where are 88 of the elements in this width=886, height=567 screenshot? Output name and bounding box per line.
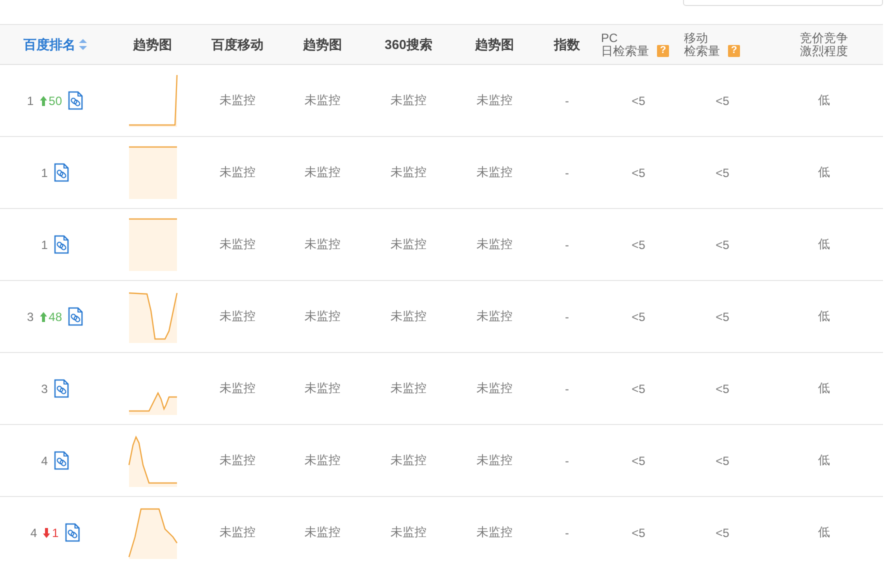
table-cell: <5 xyxy=(632,238,646,252)
up-arrow-icon xyxy=(40,96,47,106)
rank-number: 1 xyxy=(41,238,48,252)
table-cell: 未监控 xyxy=(304,452,340,469)
table-cell: - xyxy=(565,526,569,540)
column-header: 百度移动 xyxy=(212,36,264,54)
table-cell: 未监控 xyxy=(390,92,426,109)
table-cell: 未监控 xyxy=(220,380,256,397)
table-cell: 低 xyxy=(818,164,830,181)
rank-number: 4 xyxy=(41,454,48,468)
table-cell: 未监控 xyxy=(390,524,426,541)
table-cell: 未监控 xyxy=(390,452,426,469)
rank-number: 3 xyxy=(41,382,48,396)
table-cell: 未监控 xyxy=(220,92,256,109)
table-cell: 未监控 xyxy=(220,164,256,181)
document-link-icon[interactable] xyxy=(64,523,80,542)
table-cell: <5 xyxy=(632,526,646,540)
table-cell: 未监控 xyxy=(304,236,340,253)
table-cell: <5 xyxy=(716,166,730,180)
document-link-icon[interactable] xyxy=(54,163,69,182)
column-header: PC 日检索量 xyxy=(601,32,649,58)
table-cell: 低 xyxy=(818,524,830,541)
table-cell: 未监控 xyxy=(220,308,256,325)
down-arrow-icon xyxy=(43,528,50,538)
table-cell: <5 xyxy=(716,310,730,324)
rank-change: 48 xyxy=(40,310,62,324)
table-cell: - xyxy=(565,310,569,324)
table-cell: <5 xyxy=(632,454,646,468)
document-link-icon[interactable] xyxy=(54,235,69,254)
table-cell: <5 xyxy=(632,310,646,324)
table-cell: 未监控 xyxy=(304,92,340,109)
document-link-icon[interactable] xyxy=(68,91,84,110)
table-cell: 未监控 xyxy=(390,164,426,181)
table-cell: 低 xyxy=(818,452,830,469)
rank-number: 4 xyxy=(30,526,37,540)
table-cell: 未监控 xyxy=(304,380,340,397)
table-cell: - xyxy=(565,454,569,468)
table-cell: 未监控 xyxy=(220,452,256,469)
column-header: 指数 xyxy=(554,36,580,54)
column-header: 趋势图 xyxy=(133,36,172,54)
table-cell: 未监控 xyxy=(304,164,340,181)
rank-change: 50 xyxy=(40,94,62,108)
table-cell: 未监控 xyxy=(304,308,340,325)
table-cell: 未监控 xyxy=(476,92,512,109)
document-link-icon[interactable] xyxy=(68,307,84,326)
rank-number: 3 xyxy=(26,310,34,324)
table-cell: 低 xyxy=(818,236,830,253)
table-cell: 未监控 xyxy=(476,308,512,325)
rank-change: 1 xyxy=(43,526,59,540)
table-cell: 未监控 xyxy=(476,164,512,181)
column-header: 360搜索 xyxy=(384,36,432,54)
table-cell: - xyxy=(565,238,569,252)
table-cell: 未监控 xyxy=(390,380,426,397)
table-cell: 未监控 xyxy=(476,380,512,397)
up-arrow-icon xyxy=(40,312,47,322)
column-header[interactable]: 百度排名 xyxy=(24,36,76,54)
table-cell: 低 xyxy=(818,92,830,109)
table-cell: <5 xyxy=(716,454,730,468)
rank-number: 1 xyxy=(41,166,48,180)
column-header: 竞价竞争 激烈程度 xyxy=(800,32,848,58)
column-header: 移动 检索量 xyxy=(684,32,720,58)
table-cell: - xyxy=(565,382,569,396)
table-cell: <5 xyxy=(716,526,730,540)
table-cell: 未监控 xyxy=(390,236,426,253)
table-cell: <5 xyxy=(716,238,730,252)
table-cell: <5 xyxy=(632,382,646,396)
table-cell: 未监控 xyxy=(304,524,340,541)
table-cell: <5 xyxy=(632,94,646,108)
table-cell: 未监控 xyxy=(390,308,426,325)
table-cell: <5 xyxy=(632,166,646,180)
rank-number: 1 xyxy=(26,94,34,108)
document-link-icon[interactable] xyxy=(54,379,69,398)
column-header: 趋势图 xyxy=(303,36,342,54)
table-cell: - xyxy=(565,166,569,180)
table-cell: <5 xyxy=(716,382,730,396)
table-cell: 低 xyxy=(818,380,830,397)
table-cell: <5 xyxy=(716,94,730,108)
document-link-icon[interactable] xyxy=(54,451,69,470)
help-badge[interactable]: ? xyxy=(728,44,740,56)
table-cell: 未监控 xyxy=(220,236,256,253)
help-badge[interactable]: ? xyxy=(657,44,669,56)
column-header: 趋势图 xyxy=(475,36,514,54)
table-cell: 未监控 xyxy=(476,236,512,253)
table-cell: - xyxy=(565,94,569,108)
table-cell: 未监控 xyxy=(476,452,512,469)
table-cell: 低 xyxy=(818,308,830,325)
table-cell: 未监控 xyxy=(220,524,256,541)
table-cell: 未监控 xyxy=(476,524,512,541)
